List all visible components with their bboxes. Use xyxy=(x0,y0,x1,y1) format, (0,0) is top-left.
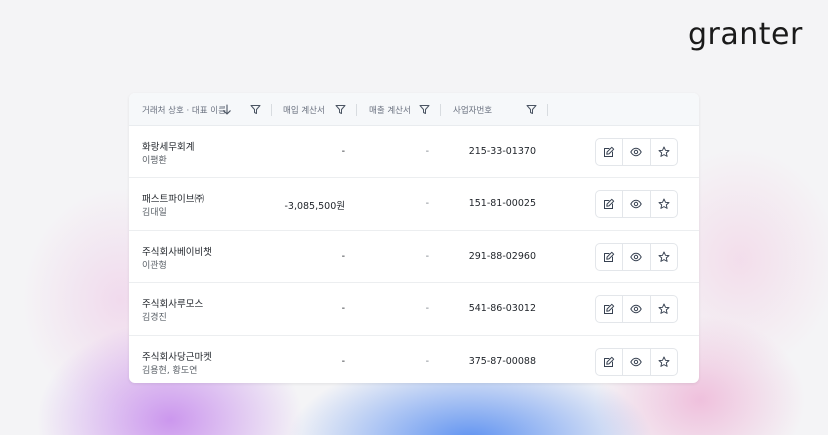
eye-icon xyxy=(630,304,643,314)
favorite-button[interactable] xyxy=(649,191,677,218)
eye-icon xyxy=(630,357,643,366)
sales-invoice-amount: - xyxy=(425,146,429,157)
header-partner-label: 거래처 상호 · 대표 이름 xyxy=(142,105,226,116)
pencil-icon xyxy=(604,356,615,367)
sales-invoice-amount: - xyxy=(425,303,429,315)
header-divider xyxy=(356,104,357,116)
filter-icon[interactable] xyxy=(526,104,537,115)
row-actions xyxy=(595,242,678,271)
table-header: 거래처 상호 · 대표 이름 매입 계산서 매출 계산서 사업자번호 xyxy=(129,93,699,126)
row-actions xyxy=(595,190,678,219)
pencil-icon xyxy=(604,303,615,315)
star-icon xyxy=(658,198,670,210)
row-actions xyxy=(595,347,678,376)
purchase-invoice-amount: - xyxy=(341,250,345,262)
table-row[interactable]: 패스트파이브㈜ 김대일 -3,085,500원 - 151-81-00025 xyxy=(129,178,699,231)
row-actions xyxy=(595,138,678,166)
representative-name: 이평환 xyxy=(142,156,167,166)
row-actions xyxy=(595,295,678,324)
edit-button[interactable] xyxy=(596,244,622,270)
representative-name: 이관형 xyxy=(142,260,167,271)
filter-icon[interactable] xyxy=(419,104,430,115)
business-number: 151-81-00025 xyxy=(468,198,536,210)
representative-name: 김대일 xyxy=(142,208,167,219)
business-number: 215-33-01370 xyxy=(468,146,536,157)
granter-logo: granter xyxy=(688,17,803,52)
filter-icon[interactable] xyxy=(335,104,346,115)
star-icon xyxy=(658,356,670,367)
sales-invoice-amount: - xyxy=(425,355,429,367)
purchase-invoice-amount: - xyxy=(341,146,345,157)
favorite-button[interactable] xyxy=(649,296,677,323)
table-body: 화랑세무회계 이평환 - - 215-33-01370 패스트파이브㈜ 김대일 … xyxy=(129,126,699,383)
header-purchase[interactable]: 매입 계산서 xyxy=(283,93,325,126)
representative-name: 김경진 xyxy=(142,313,167,324)
sales-invoice-amount: - xyxy=(425,250,429,262)
header-purchase-label: 매입 계산서 xyxy=(283,105,325,116)
eye-icon xyxy=(630,252,643,261)
pencil-icon xyxy=(604,251,615,262)
header-sales[interactable]: 매출 계산서 xyxy=(369,93,411,126)
arrow-down-icon[interactable] xyxy=(222,103,232,116)
favorite-button[interactable] xyxy=(649,348,677,375)
view-button[interactable] xyxy=(622,243,649,270)
pencil-icon xyxy=(604,199,615,210)
edit-button[interactable] xyxy=(596,191,622,217)
view-button[interactable] xyxy=(622,139,649,165)
filter-icon[interactable] xyxy=(250,104,261,115)
partner-name: 주식회사당근마켓 xyxy=(142,351,212,363)
business-number: 375-87-00088 xyxy=(468,355,536,367)
eye-icon xyxy=(630,200,643,209)
purchase-invoice-amount: - xyxy=(341,303,345,315)
star-icon xyxy=(658,251,670,262)
business-number: 291-88-02960 xyxy=(468,250,536,262)
purchase-invoice-amount: -3,085,500원 xyxy=(284,201,345,213)
representative-name: 김용현, 황도연 xyxy=(142,365,198,376)
partner-name: 패스트파이브㈜ xyxy=(142,194,204,206)
header-partner[interactable]: 거래처 상호 · 대표 이름 xyxy=(142,93,226,126)
partner-name: 주식회사베이비챗 xyxy=(142,246,212,258)
svg-text:granter: granter xyxy=(688,17,803,52)
edit-button[interactable] xyxy=(596,296,622,322)
view-button[interactable] xyxy=(622,296,649,323)
business-number: 541-86-03012 xyxy=(468,303,536,315)
star-icon xyxy=(658,303,670,315)
favorite-button[interactable] xyxy=(649,139,677,165)
header-biz-no[interactable]: 사업자번호 xyxy=(453,93,492,126)
table-row[interactable]: 주식회사루모스 김경진 - - 541-86-03012 xyxy=(129,283,699,336)
header-divider xyxy=(440,104,441,116)
table-row[interactable]: 주식회사당근마켓 김용현, 황도연 - - 375-87-00088 xyxy=(129,336,699,383)
purchase-invoice-amount: - xyxy=(341,355,345,367)
view-button[interactable] xyxy=(622,348,649,375)
sales-invoice-amount: - xyxy=(425,198,429,210)
pencil-icon xyxy=(604,146,615,157)
table-row[interactable]: 주식회사베이비챗 이관형 - - 291-88-02960 xyxy=(129,231,699,284)
header-divider xyxy=(547,104,548,116)
view-button[interactable] xyxy=(622,191,649,218)
edit-button[interactable] xyxy=(596,139,622,165)
header-sales-label: 매출 계산서 xyxy=(369,105,411,116)
partners-table: 거래처 상호 · 대표 이름 매입 계산서 매출 계산서 사업자번호 화랑세무회… xyxy=(129,93,699,383)
header-biz-no-label: 사업자번호 xyxy=(453,105,493,116)
edit-button[interactable] xyxy=(596,349,622,375)
partner-name: 화랑세무회계 xyxy=(142,142,195,153)
favorite-button[interactable] xyxy=(649,243,677,270)
partner-name: 주식회사루모스 xyxy=(142,299,204,311)
header-divider xyxy=(271,104,272,116)
star-icon xyxy=(658,146,670,157)
table-row[interactable]: 화랑세무회계 이평환 - - 215-33-01370 xyxy=(129,126,699,179)
eye-icon xyxy=(630,147,643,157)
